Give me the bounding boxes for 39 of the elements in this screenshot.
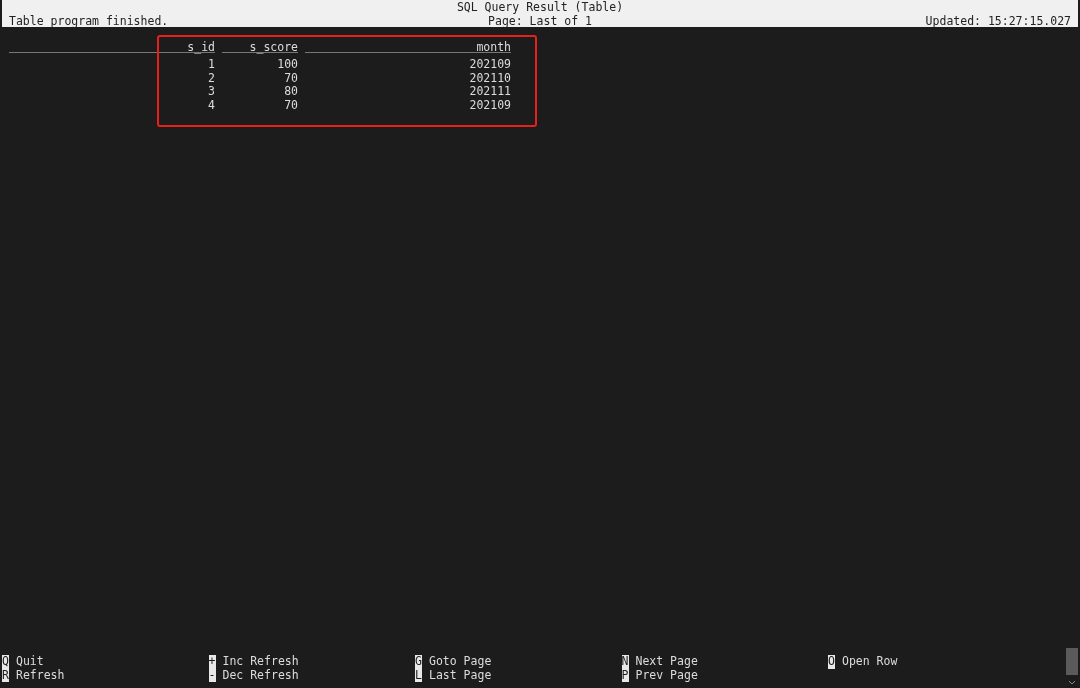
shortcut-label: Dec Refresh: [222, 668, 299, 682]
table-cell-text: 3: [207, 85, 215, 99]
shortcut-key[interactable]: L: [415, 668, 422, 682]
shortcut-label: Prev Page: [635, 668, 698, 682]
updated-time: Updated: 15:27:15.027: [924, 14, 1071, 28]
table-cell-text: 70: [283, 98, 298, 112]
table-cell-text: 1: [207, 58, 215, 72]
window-title: SQL Query Result (Table): [456, 0, 624, 14]
table-cell-text: 4: [207, 98, 215, 112]
table-cell-text: 2: [207, 71, 215, 85]
status-text: Table program finished.: [9, 14, 170, 28]
shortcut-label: Refresh: [16, 668, 65, 682]
column-header: month: [305, 41, 511, 53]
shortcut-label: Goto Page: [429, 655, 492, 669]
scroll-thumb[interactable]: [1066, 648, 1078, 675]
shortcut-key[interactable]: N: [621, 655, 629, 669]
table-cell-text: 100: [276, 58, 298, 72]
table-cell-text: 202111: [468, 85, 511, 99]
shortcut-label: Last Page: [429, 668, 492, 682]
table-cell-text: 202109: [468, 98, 511, 112]
table-cell-text: 202110: [468, 71, 511, 85]
shortcut-key[interactable]: G: [415, 655, 422, 669]
scroll-down-icon[interactable]: [1068, 680, 1076, 685]
table-cell-text: 80: [283, 85, 298, 99]
shortcut-key[interactable]: +: [208, 655, 216, 669]
table-cell-text: 202109: [468, 58, 511, 72]
page-indicator: Page: Last of 1: [488, 14, 592, 28]
column-header: s_score: [222, 41, 298, 53]
shortcut-label: Inc Refresh: [222, 655, 299, 669]
shortcut-key[interactable]: O: [828, 655, 835, 669]
shortcut-key[interactable]: Q: [2, 655, 9, 669]
table-cell-text: 70: [283, 71, 298, 85]
shortcut-key[interactable]: -: [208, 668, 216, 682]
shortcut-label: Open Row: [842, 655, 898, 669]
shortcut-key[interactable]: R: [2, 668, 9, 682]
shortcut-label: Quit: [16, 655, 44, 669]
shortcut-label: Next Page: [635, 655, 698, 669]
shortcut-key[interactable]: P: [621, 668, 629, 682]
column-header: s_id: [9, 41, 215, 53]
